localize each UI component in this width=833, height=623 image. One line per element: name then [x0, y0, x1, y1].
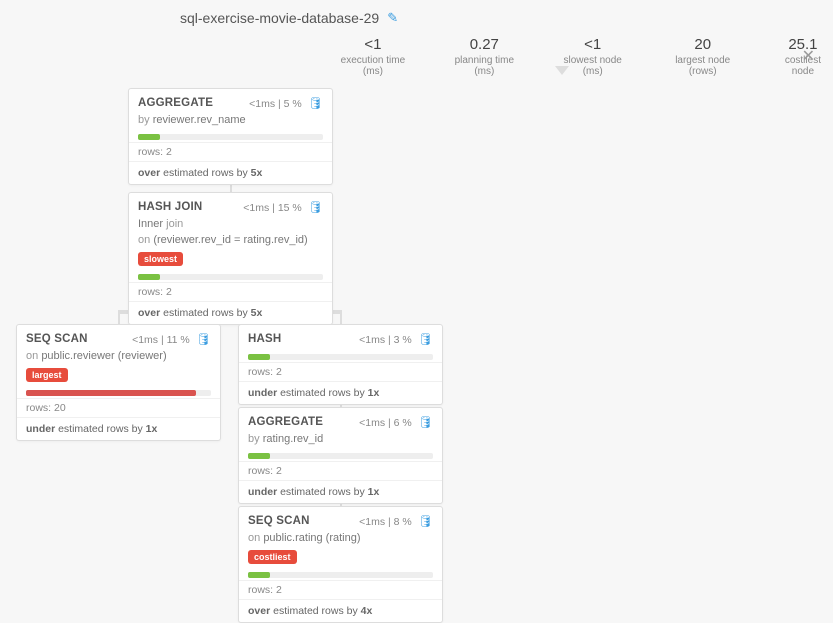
row-bar: [248, 354, 433, 360]
node-sub: reviewer.rev_name: [153, 114, 246, 126]
stat-value: 0.27: [444, 36, 525, 53]
database-icon[interactable]: 🛢: [418, 415, 433, 429]
node-title: SEQ SCAN: [248, 515, 310, 527]
stat-label: planning time (ms): [444, 55, 525, 77]
rows-label: rows:: [26, 402, 51, 414]
row-bar: [138, 274, 323, 280]
node-sub: public.rating (rating): [263, 532, 360, 544]
database-icon[interactable]: 🛢: [308, 200, 323, 214]
stat-exec: <1 execution time (ms): [330, 36, 416, 77]
page-title: sql-exercise-movie-database-29: [180, 10, 379, 26]
stat-large: 20 largest node (rows): [661, 36, 745, 77]
est-word: over: [138, 307, 160, 319]
badge-largest: largest: [26, 368, 68, 382]
stat-label: execution time (ms): [330, 55, 416, 77]
stats-row: <1 execution time (ms) 0.27 planning tim…: [330, 36, 833, 77]
node-aggregate[interactable]: AGGREGATE <1ms | 6 %🛢 by rating.rev_id r…: [238, 407, 443, 504]
rows-label: rows:: [248, 366, 273, 378]
node-seq-scan[interactable]: SEQ SCAN <1ms | 8 %🛢 on public.rating (r…: [238, 506, 443, 623]
node-time: <1ms: [359, 417, 385, 429]
node-title: HASH: [248, 333, 281, 345]
est-text: estimated rows by: [58, 423, 143, 435]
node-pct: 15 %: [278, 202, 302, 214]
est-text: estimated rows by: [280, 387, 365, 399]
database-icon[interactable]: 🛢: [418, 332, 433, 346]
row-bar: [248, 453, 433, 459]
connector: [118, 314, 120, 324]
stat-value: <1: [553, 36, 633, 53]
node-sub: (reviewer.rev_id = rating.rev_id): [153, 234, 307, 246]
est-word: under: [248, 486, 277, 498]
rows-value: 2: [276, 465, 282, 477]
node-pct: 3 %: [394, 334, 412, 346]
node-pct: 6 %: [394, 417, 412, 429]
edit-icon[interactable]: ✎: [387, 10, 398, 26]
title-bar: sql-exercise-movie-database-29 ✎: [180, 10, 398, 26]
node-sub-prefix: by: [138, 114, 150, 126]
badge-slowest: slowest: [138, 252, 183, 266]
node-pct: 8 %: [394, 516, 412, 528]
rows-value: 2: [276, 584, 282, 596]
est-word: over: [138, 167, 160, 179]
est-text: estimated rows by: [280, 486, 365, 498]
node-hash-join[interactable]: HASH JOIN <1ms | 15 %🛢 Inner join on (re…: [128, 192, 333, 325]
node-hash[interactable]: HASH <1ms | 3 %🛢 rows: 2 under estimated…: [238, 324, 443, 405]
rows-value: 2: [276, 366, 282, 378]
node-sub-prefix: on: [26, 350, 38, 362]
pointer-icon: [555, 66, 569, 75]
est-factor: 1x: [146, 423, 158, 435]
stat-label: largest node (rows): [661, 55, 745, 77]
row-bar: [248, 572, 433, 578]
est-factor: 5x: [251, 307, 263, 319]
est-text: estimated rows by: [273, 605, 358, 617]
node-title: SEQ SCAN: [26, 333, 88, 345]
database-icon[interactable]: 🛢: [196, 332, 211, 346]
connector: [340, 314, 342, 324]
node-time: <1ms: [243, 202, 269, 214]
rows-label: rows:: [138, 146, 163, 158]
node-sub: rating.rev_id: [263, 433, 324, 445]
node-pct: 11 %: [167, 334, 190, 346]
node-aggregate[interactable]: AGGREGATE <1ms | 5 %🛢 by reviewer.rev_na…: [128, 88, 333, 185]
stat-value: <1: [330, 36, 416, 53]
node-sub-prefix: by: [248, 433, 260, 445]
est-word: under: [26, 423, 55, 435]
row-bar: [138, 134, 323, 140]
close-icon[interactable]: ✕: [802, 46, 815, 66]
est-factor: 1x: [368, 486, 380, 498]
stat-value: 20: [661, 36, 745, 53]
rows-value: 2: [166, 146, 172, 158]
database-icon[interactable]: 🛢: [418, 514, 433, 528]
row-bar: [26, 390, 211, 396]
est-word: over: [248, 605, 270, 617]
node-title: HASH JOIN: [138, 201, 202, 213]
node-pct: 5 %: [284, 98, 302, 110]
node-title: AGGREGATE: [138, 97, 213, 109]
node-seq-scan[interactable]: SEQ SCAN <1ms | 11 %🛢 on public.reviewer…: [16, 324, 221, 441]
stat-plan: 0.27 planning time (ms): [444, 36, 525, 77]
est-factor: 5x: [251, 167, 263, 179]
est-text: estimated rows by: [163, 307, 248, 319]
est-factor: 4x: [361, 605, 373, 617]
rows-label: rows:: [138, 286, 163, 298]
badge-costliest: costliest: [248, 550, 297, 564]
database-icon[interactable]: 🛢: [308, 96, 323, 110]
node-time: <1ms: [359, 516, 385, 528]
node-sub-prefix: on: [248, 532, 260, 544]
rows-label: rows:: [248, 465, 273, 477]
est-factor: 1x: [368, 387, 380, 399]
node-sub: Inner: [138, 218, 163, 230]
node-time: <1ms: [359, 334, 385, 346]
rows-label: rows:: [248, 584, 273, 596]
est-word: under: [248, 387, 277, 399]
node-title: AGGREGATE: [248, 416, 323, 428]
node-time: <1ms: [249, 98, 275, 110]
node-sub: public.reviewer (reviewer): [41, 350, 166, 362]
est-text: estimated rows by: [163, 167, 248, 179]
node-time: <1ms: [132, 334, 158, 346]
rows-value: 20: [54, 402, 66, 414]
rows-value: 2: [166, 286, 172, 298]
